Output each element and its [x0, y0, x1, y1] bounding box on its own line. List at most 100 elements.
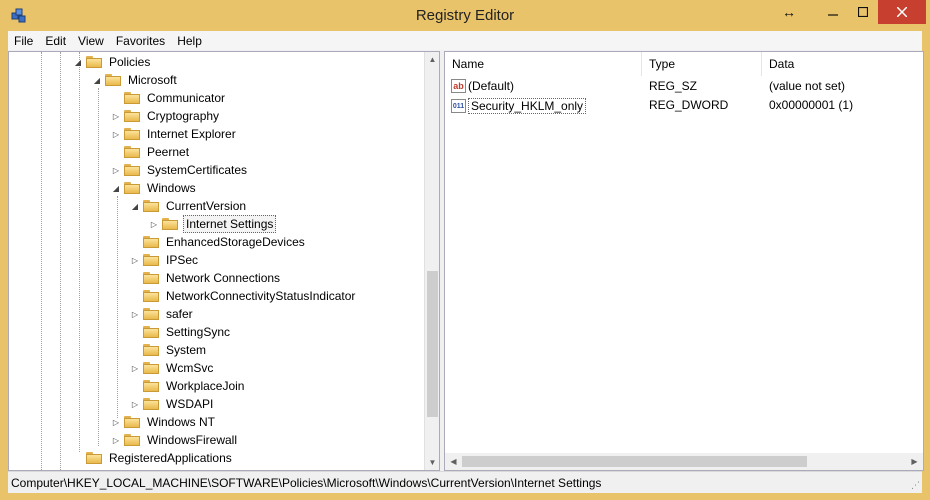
- folder-icon: [143, 236, 159, 248]
- tree-item-peernet[interactable]: Peernet: [111, 143, 191, 161]
- tree-item-systemcertificates[interactable]: ▷ SystemCertificates: [111, 161, 249, 179]
- tree-item-label: Windows NT: [147, 415, 216, 429]
- scrollbar-thumb[interactable]: [462, 456, 807, 467]
- tree-item-currentversion[interactable]: ◢ CurrentVersion: [130, 197, 248, 215]
- list-horizontal-scrollbar[interactable]: ◀ ▶: [445, 453, 923, 470]
- expand-icon[interactable]: ▷: [149, 220, 159, 229]
- tree-item-internet-settings[interactable]: ▷ Internet Settings: [149, 215, 277, 233]
- value-name-selected: Security_HKLM_only: [468, 98, 587, 114]
- tree-item-label: Policies: [109, 55, 151, 69]
- tree-item-ncsi[interactable]: NetworkConnectivityStatusIndicator: [130, 287, 357, 305]
- expand-icon[interactable]: ▷: [111, 436, 121, 445]
- close-button[interactable]: [878, 0, 926, 24]
- expand-icon[interactable]: ▷: [130, 310, 140, 319]
- expand-icon[interactable]: ▷: [130, 256, 140, 265]
- scroll-right-icon[interactable]: ▶: [906, 453, 923, 470]
- folder-icon: [143, 380, 159, 392]
- tree-item-label: Peernet: [147, 145, 190, 159]
- tree-item-policies[interactable]: ◢ Policies: [73, 53, 152, 71]
- expand-icon[interactable]: ▷: [111, 112, 121, 121]
- folder-icon: [86, 452, 102, 464]
- tree-item-network-connections[interactable]: Network Connections: [130, 269, 282, 287]
- tree-item-registeredapplications[interactable]: RegisteredApplications: [73, 449, 234, 467]
- menu-view[interactable]: View: [72, 31, 110, 50]
- menu-edit[interactable]: Edit: [39, 31, 72, 50]
- expand-icon[interactable]: ▷: [111, 418, 121, 427]
- tree-item-label: WSDAPI: [166, 397, 214, 411]
- string-value-icon: ab: [451, 79, 466, 93]
- tree-item-label: WcmSvc: [166, 361, 214, 375]
- column-header-data[interactable]: Data: [762, 52, 923, 76]
- folder-icon: [162, 218, 178, 230]
- menu-help[interactable]: Help: [171, 31, 208, 50]
- value-type: REG_SZ: [649, 79, 698, 93]
- tree-item-microsoft[interactable]: ◢ Microsoft: [92, 71, 179, 89]
- tree-item-wsdapi[interactable]: ▷ WSDAPI: [130, 395, 215, 413]
- folder-icon: [143, 272, 159, 284]
- tree-item-label: WindowsFirewall: [147, 433, 238, 447]
- scroll-left-icon[interactable]: ◀: [445, 453, 462, 470]
- collapse-icon[interactable]: ◢: [73, 58, 83, 67]
- tree-item-cryptography[interactable]: ▷ Cryptography: [111, 107, 221, 125]
- tree-item-label: Windows: [147, 181, 196, 195]
- tree-item-label: Cryptography: [147, 109, 220, 123]
- column-header-type[interactable]: Type: [642, 52, 762, 76]
- window-client: File Edit View Favorites Help ◢ Policies…: [8, 31, 924, 493]
- value-type: REG_DWORD: [649, 98, 729, 112]
- expand-icon[interactable]: ▷: [111, 130, 121, 139]
- tree-item-internet-explorer[interactable]: ▷ Internet Explorer: [111, 125, 238, 143]
- expand-icon[interactable]: ▷: [130, 364, 140, 373]
- expand-icon[interactable]: ▷: [130, 400, 140, 409]
- folder-icon: [143, 290, 159, 302]
- tree-item-enhancedstoragedevices[interactable]: EnhancedStorageDevices: [130, 233, 307, 251]
- folder-icon: [124, 128, 140, 140]
- title-bar: Registry Editor ↔: [0, 0, 930, 31]
- scrollbar-thumb[interactable]: [427, 271, 438, 417]
- tree-item-settingsync[interactable]: SettingSync: [130, 323, 232, 341]
- tree-item-label-selected: Internet Settings: [183, 215, 277, 233]
- collapse-icon[interactable]: ◢: [111, 184, 121, 193]
- list-item[interactable]: 011 Security_HKLM_only REG_DWORD 0x00000…: [445, 97, 923, 115]
- value-name: (Default): [468, 79, 515, 93]
- registry-path: Computer\HKEY_LOCAL_MACHINE\SOFTWARE\Pol…: [11, 476, 602, 490]
- tree-vertical-scrollbar[interactable]: ▲ ▼: [424, 52, 439, 470]
- registry-tree[interactable]: ◢ Policies ◢ Microsoft Communicator ▷ Cr…: [8, 51, 440, 471]
- collapse-icon[interactable]: ◢: [92, 76, 102, 85]
- folder-icon: [86, 56, 102, 68]
- expand-icon[interactable]: ▷: [111, 166, 121, 175]
- scroll-down-icon[interactable]: ▼: [425, 455, 439, 470]
- scroll-up-icon[interactable]: ▲: [425, 52, 439, 67]
- tree-item-label: safer: [166, 307, 193, 321]
- tree-item-windows-nt[interactable]: ▷ Windows NT: [111, 413, 217, 431]
- tree-item-system[interactable]: System: [130, 341, 208, 359]
- tree-item-communicator[interactable]: Communicator: [111, 89, 227, 107]
- values-list[interactable]: Name Type Data ab (Default) REG_SZ (valu…: [444, 51, 924, 471]
- tree-item-label: CurrentVersion: [166, 199, 247, 213]
- maximize-button[interactable]: [848, 0, 878, 24]
- status-bar: Computer\HKEY_LOCAL_MACHINE\SOFTWARE\Pol…: [8, 471, 922, 493]
- list-item[interactable]: ab (Default) REG_SZ (value not set): [445, 78, 923, 96]
- menu-file[interactable]: File: [8, 31, 39, 50]
- minimize-button[interactable]: [818, 0, 848, 24]
- folder-icon: [143, 326, 159, 338]
- tree-item-ipsec[interactable]: ▷ IPSec: [130, 251, 200, 269]
- value-data: 0x00000001 (1): [769, 98, 854, 112]
- column-header-name[interactable]: Name: [445, 52, 642, 76]
- tree-item-label: Internet Explorer: [147, 127, 236, 141]
- resize-grip-icon[interactable]: ⋰: [911, 480, 920, 491]
- resize-icon[interactable]: ↔: [772, 0, 806, 24]
- tree-item-label: Microsoft: [128, 73, 177, 87]
- collapse-icon[interactable]: ◢: [130, 202, 140, 211]
- tree-item-label: RegisteredApplications: [109, 451, 232, 465]
- tree-item-safer[interactable]: ▷ safer: [130, 305, 195, 323]
- tree-item-windowsfirewall[interactable]: ▷ WindowsFirewall: [111, 431, 239, 449]
- menu-favorites[interactable]: Favorites: [110, 31, 171, 50]
- folder-icon: [143, 308, 159, 320]
- value-name-cell: 011 Security_HKLM_only: [451, 98, 587, 114]
- folder-icon: [143, 362, 159, 374]
- tree-item-label: System: [166, 343, 207, 357]
- folder-icon: [143, 344, 159, 356]
- tree-item-workplacejoin[interactable]: WorkplaceJoin: [130, 377, 246, 395]
- tree-item-windows[interactable]: ◢ Windows: [111, 179, 198, 197]
- tree-item-wcmsvc[interactable]: ▷ WcmSvc: [130, 359, 215, 377]
